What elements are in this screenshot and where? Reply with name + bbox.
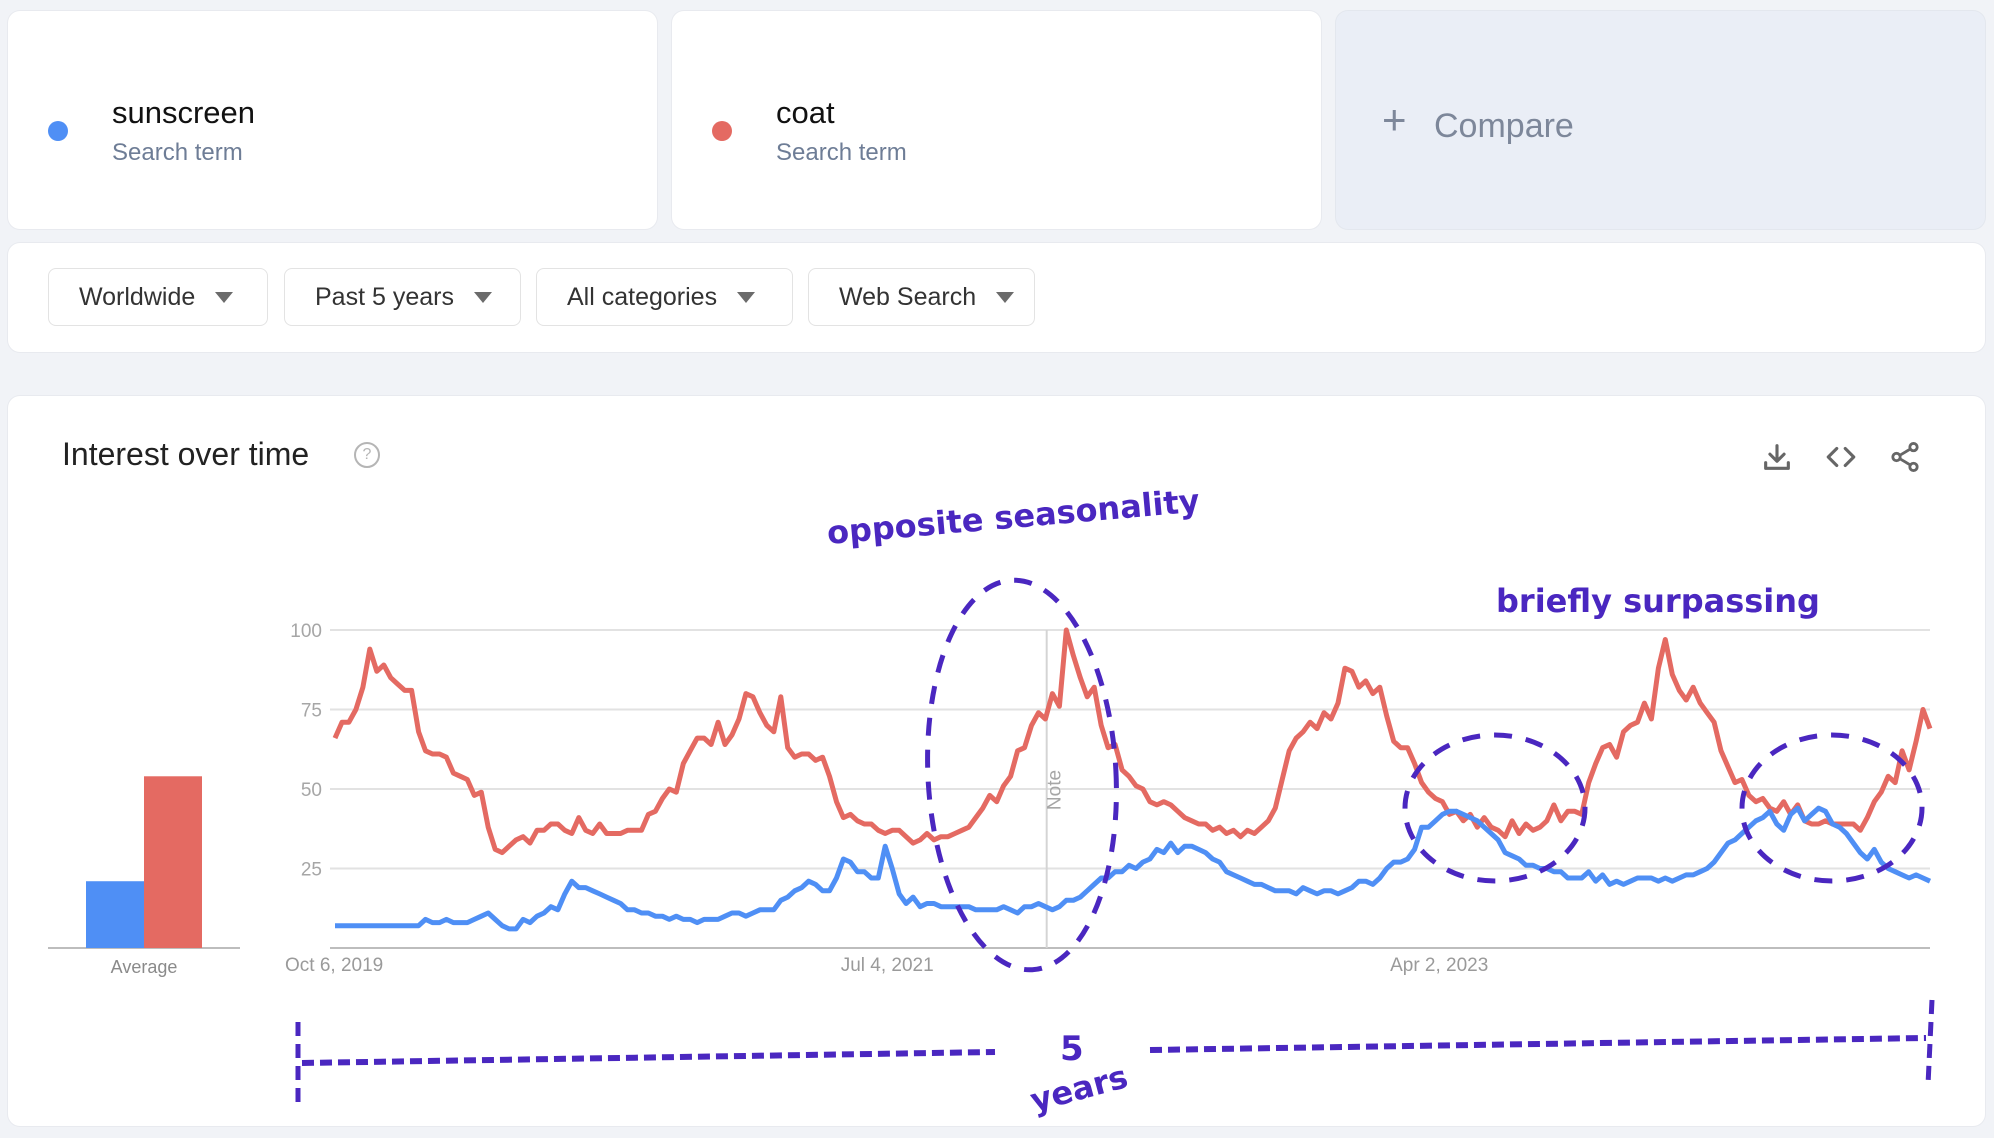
average-bar-sunscreen[interactable] <box>86 881 144 948</box>
annotation-ellipse-surpass-2023 <box>1402 732 1588 884</box>
span-number: 5 <box>1060 1029 1084 1069</box>
note-marker-label[interactable]: Note <box>1045 770 1066 810</box>
average-label: Average <box>111 957 178 977</box>
span-right-line <box>1149 1035 1927 1053</box>
annotation-ellipse-seasonality <box>925 577 1119 973</box>
y-tick-label: 50 <box>301 780 322 801</box>
x-tick-label: Oct 6, 2019 <box>285 955 383 976</box>
interest-chart: 25 50 75 100 Average Oct 6, 2019 Jul 4, 2021… <box>48 482 1935 1120</box>
annotation-opposite-seasonality: opposite seasonality <box>825 482 1201 552</box>
y-tick-label: 75 <box>301 701 322 722</box>
x-tick-label: Jul 4, 2021 <box>841 955 934 976</box>
x-tick-label: Apr 2, 2023 <box>1390 955 1488 976</box>
span-right-bracket <box>1925 999 1935 1086</box>
annotation-briefly-surpassing: briefly surpassing <box>1496 582 1820 620</box>
series-line-coat[interactable] <box>332 627 1933 856</box>
y-tick-label: 25 <box>301 860 322 881</box>
average-bar-coat[interactable] <box>144 776 202 948</box>
y-tick-label: 100 <box>290 621 322 642</box>
span-left-line <box>301 1049 996 1066</box>
